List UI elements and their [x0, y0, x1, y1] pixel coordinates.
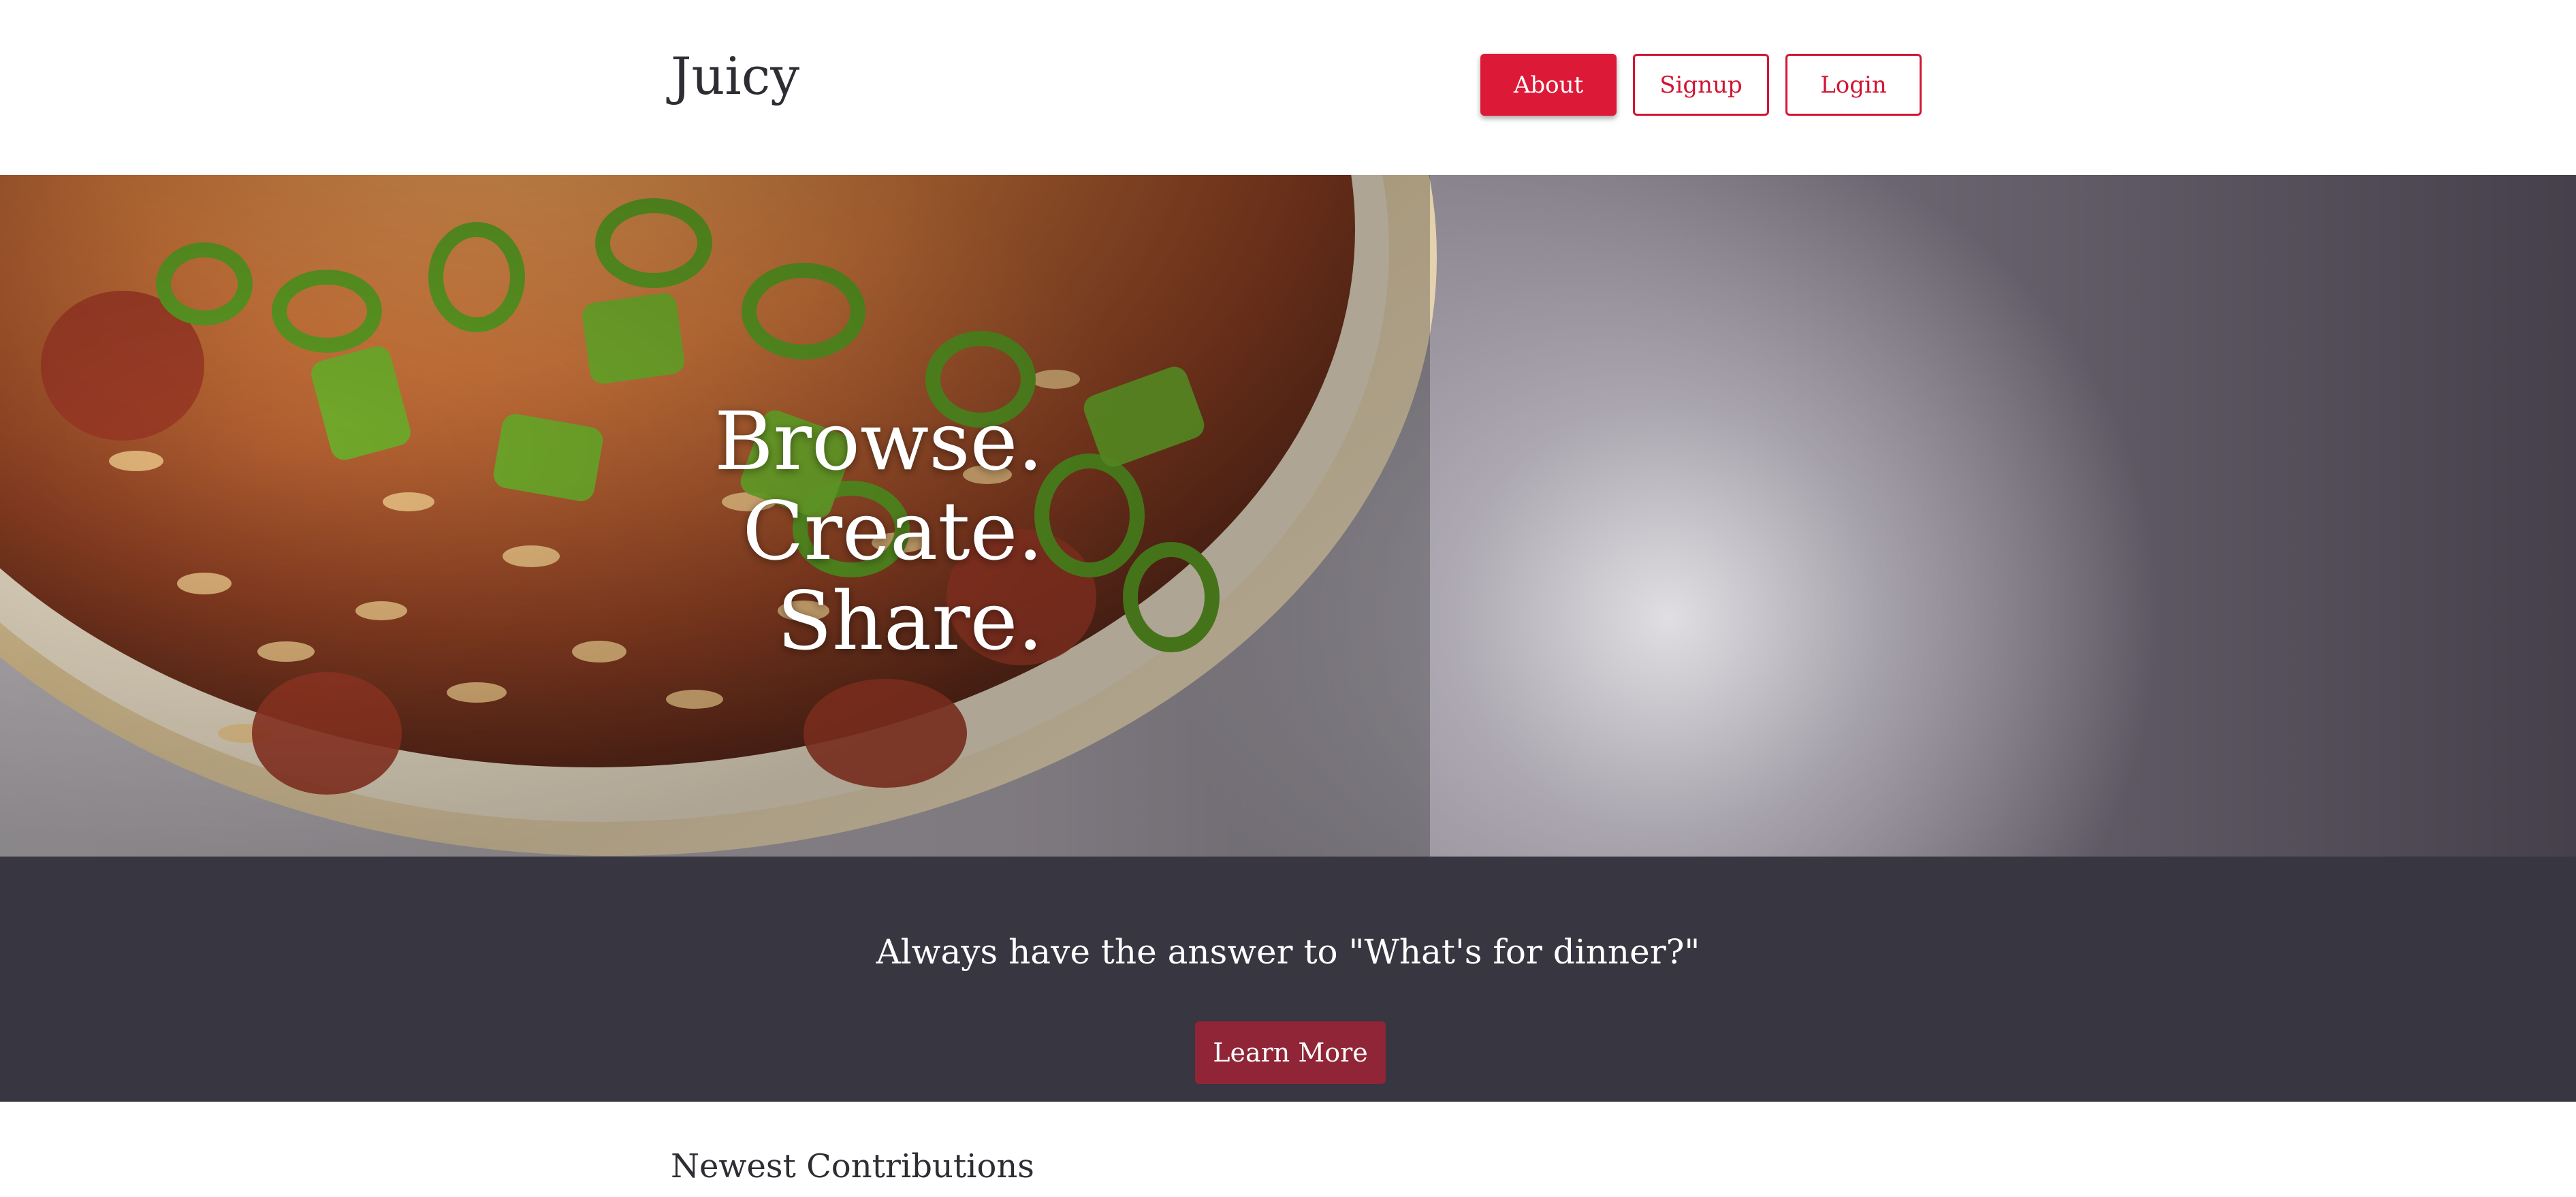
hero-line-share: Share.	[777, 574, 1043, 668]
hero-banner: Browse. Create. Share.	[0, 175, 2576, 857]
hero-line-browse: Browse.	[714, 394, 1043, 488]
signup-button[interactable]: Signup	[1633, 54, 1769, 116]
tagline-band: Always have the answer to "What's for di…	[0, 857, 2576, 1102]
learn-more-button[interactable]: Learn More	[1195, 1021, 1386, 1084]
brand-logo[interactable]: Juicy	[671, 42, 799, 110]
about-button[interactable]: About	[1480, 54, 1617, 116]
top-header: Juicy About Signup Login	[0, 0, 2576, 175]
hero-line-create: Create.	[742, 484, 1043, 578]
login-button[interactable]: Login	[1785, 54, 1922, 116]
hero-headline: Browse. Create. Share.	[654, 396, 1076, 666]
food-bowl-photo	[0, 175, 1437, 857]
tagline-text: Always have the answer to "What's for di…	[876, 932, 1700, 972]
newest-contributions-heading: Newest Contributions	[671, 1147, 1034, 1185]
